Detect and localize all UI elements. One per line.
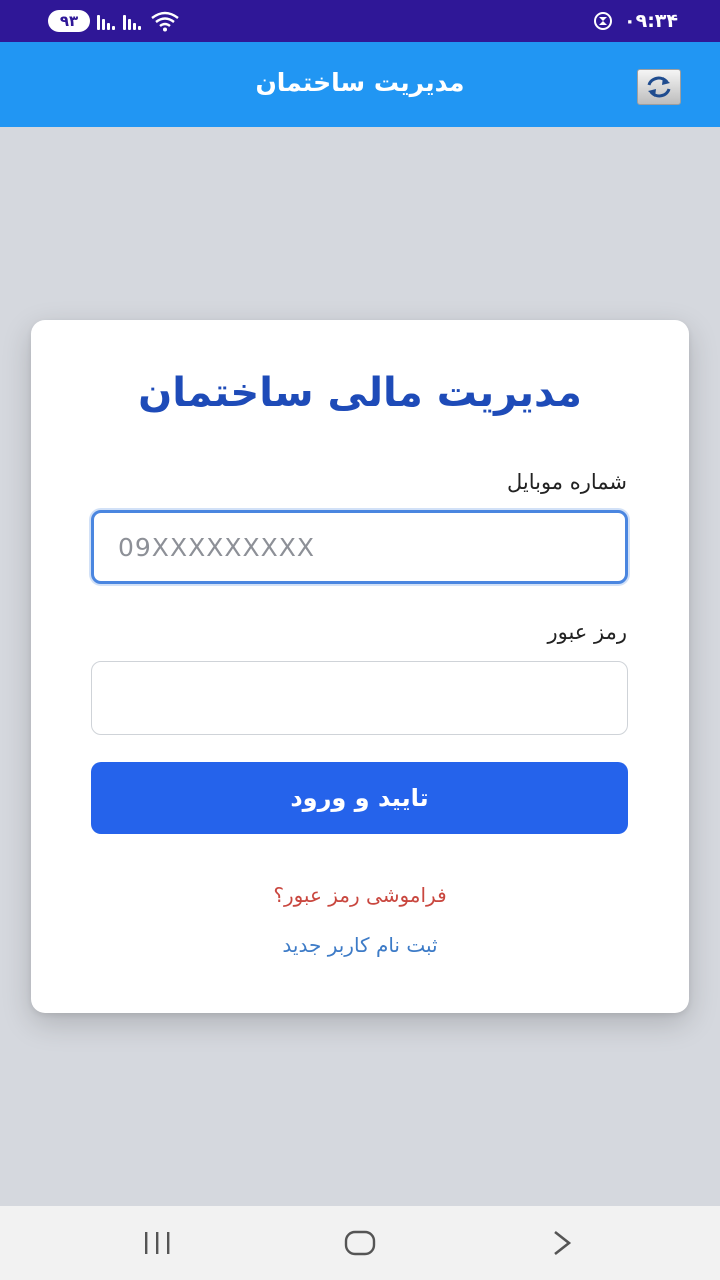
navigation-bar [0,1206,720,1280]
signal-icon [97,12,119,30]
login-card: مدیریت مالی ساختمان شماره موبایل رمز عبو… [31,320,689,1013]
app-title: مدیریت ساختمان [255,68,465,97]
battery-indicator: ۹۳ [48,10,90,32]
mobile-input[interactable] [91,510,628,584]
card-title: مدیریت مالی ساختمان [138,370,582,416]
refresh-icon [647,76,671,98]
password-input[interactable] [91,661,628,735]
recent-apps-icon[interactable] [138,1228,178,1258]
app-bar: مدیریت ساختمان [0,42,720,127]
password-label: رمز عبور [547,620,627,644]
status-bar: ۹۳ ۰۹:۳۴ [0,0,720,42]
submit-button[interactable]: تایید و ورود [91,762,628,834]
register-link[interactable]: ثبت نام کاربر جدید [31,933,689,957]
forgot-password-link[interactable]: فراموشی رمز عبور؟ [31,883,689,907]
back-icon[interactable] [542,1228,582,1258]
alarm-icon [594,12,612,30]
mobile-label: شماره موبایل [506,470,627,494]
wifi-icon [151,11,179,32]
signal-icon [123,12,145,30]
status-clock: ۰۹:۳۴ [624,10,678,32]
refresh-button[interactable] [637,69,681,105]
home-icon[interactable] [340,1228,380,1258]
